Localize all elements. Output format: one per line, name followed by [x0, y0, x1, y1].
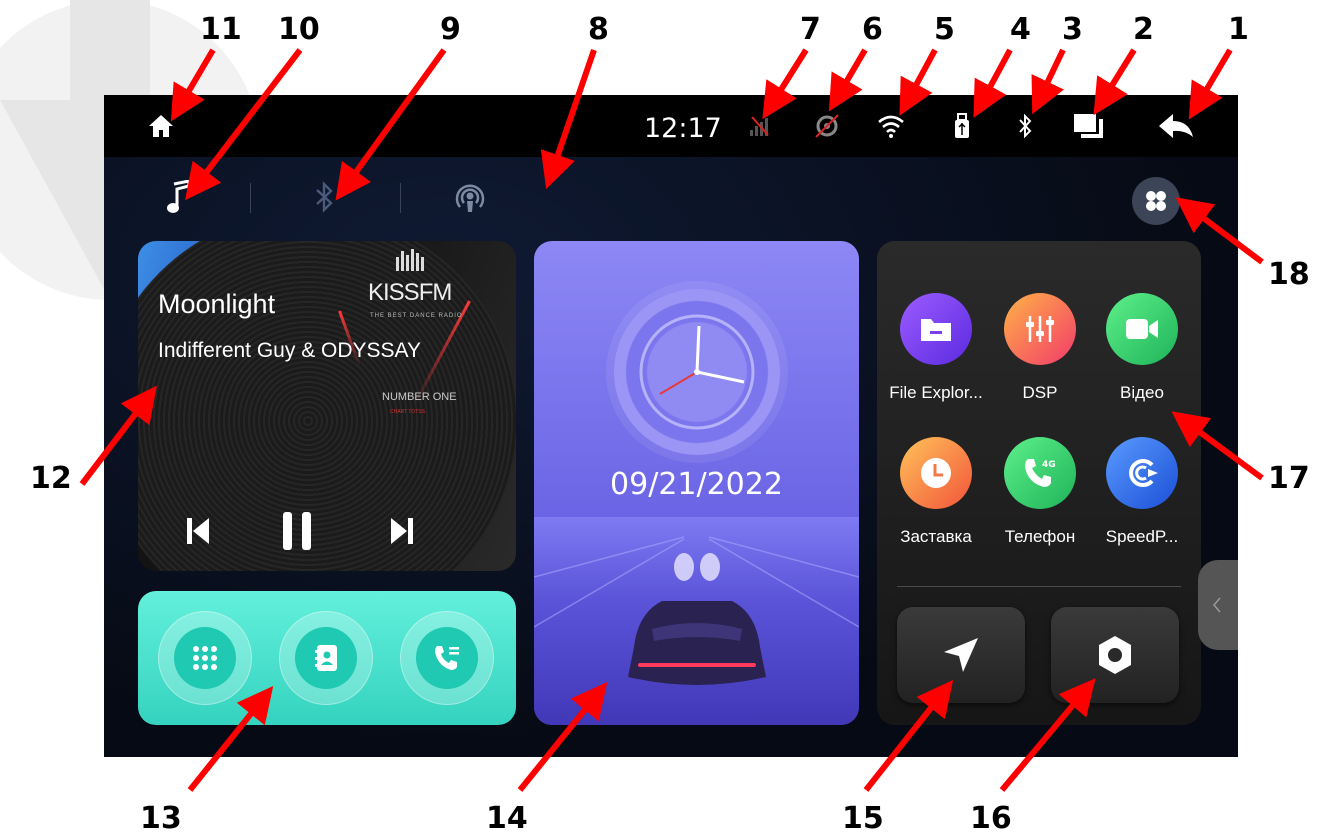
status-time: 12:17: [644, 113, 722, 144]
callout-10: 10: [278, 12, 320, 47]
equalizer-icon: [1004, 293, 1076, 365]
app-label: Відео: [1120, 383, 1164, 402]
app-label: File Explor...: [889, 383, 983, 402]
clock-icon: [900, 437, 972, 509]
contacts-button[interactable]: [279, 611, 373, 705]
apps-widget: File Explor... DSP Відео Заставка 4G Тел…: [877, 241, 1201, 725]
gps-off-icon: [810, 109, 844, 143]
tab-divider: [400, 183, 401, 213]
album-art-subtitle: THE BEST DANCE RADIO: [370, 313, 463, 319]
next-track-button[interactable]: [382, 509, 422, 553]
svg-text:4G: 4G: [1042, 460, 1056, 470]
callout-6: 6: [862, 12, 883, 47]
road-illustration: [534, 517, 859, 725]
track-title: Moonlight: [158, 289, 276, 319]
app-speedplay[interactable]: SpeedP...: [1089, 437, 1195, 547]
callout-13: 13: [140, 801, 182, 836]
callout-12: 12: [30, 461, 72, 496]
app-file-explorer[interactable]: File Explor...: [883, 293, 989, 403]
wifi-icon: [874, 109, 908, 143]
video-camera-icon: [1106, 293, 1178, 365]
phone-widget: [138, 591, 516, 725]
usb-icon: [952, 109, 972, 143]
callout-16: 16: [970, 801, 1012, 836]
call-log-button[interactable]: [400, 611, 494, 705]
callout-18: 18: [1268, 257, 1310, 292]
equalizer-logo-icon: [396, 249, 424, 271]
folder-icon: [900, 293, 972, 365]
callout-17: 17: [1268, 461, 1310, 496]
navigation-button[interactable]: [897, 607, 1025, 703]
source-tab-radio[interactable]: [448, 175, 492, 219]
back-arrow-icon[interactable]: [1156, 109, 1196, 143]
settings-button[interactable]: [1051, 607, 1179, 703]
app-screensaver[interactable]: Заставка: [883, 437, 989, 547]
callout-4: 4: [1010, 12, 1031, 47]
settings-nut-icon: [1099, 636, 1131, 674]
no-signal-icon: [744, 109, 774, 143]
recent-apps-icon[interactable]: [1070, 109, 1108, 143]
navigation-arrow-icon: [944, 638, 978, 672]
app-dsp[interactable]: DSP: [987, 293, 1093, 403]
callout-3: 3: [1062, 12, 1083, 47]
bluetooth-icon: [1014, 109, 1036, 143]
app-label: Телефон: [1004, 527, 1076, 546]
callout-1: 1: [1228, 12, 1249, 47]
manual-page: 1 2 3 4 5 6 7 8 9 10 11 12 13 14 15 16 1…: [0, 0, 1338, 836]
callout-7: 7: [800, 12, 821, 47]
all-apps-button[interactable]: [1132, 177, 1180, 225]
app-label: Заставка: [900, 527, 972, 546]
callout-2: 2: [1133, 12, 1154, 47]
phone-4g-icon: 4G: [1004, 437, 1076, 509]
app-label: DSP: [1022, 383, 1058, 402]
previous-track-button[interactable]: [178, 509, 218, 553]
album-art-chart: CHART TOTSS: [390, 409, 425, 415]
app-phone[interactable]: 4G Телефон: [987, 437, 1093, 547]
dialpad-button[interactable]: [158, 611, 252, 705]
app-label: SpeedP...: [1105, 527, 1179, 546]
speedplay-icon: [1106, 437, 1178, 509]
home-icon[interactable]: [144, 109, 178, 143]
album-art-number-one: NUMBER ONE: [382, 391, 457, 403]
callout-9: 9: [440, 12, 461, 47]
music-player-widget[interactable]: KISSFM THE BEST DANCE RADIO NUMBER ONE C…: [138, 241, 516, 571]
status-bar: 12:17: [104, 95, 1238, 157]
tab-divider: [250, 183, 251, 213]
date-display: 09/21/2022: [610, 467, 783, 502]
source-tab-bluetooth[interactable]: [302, 175, 346, 219]
head-unit-screen: 12:17 KISSFM THE BEST DANCE RADIO NUMBER…: [104, 95, 1238, 757]
clock-widget[interactable]: 09/21/2022: [534, 241, 859, 725]
dock-divider: [897, 586, 1181, 587]
app-video[interactable]: Відео: [1089, 293, 1195, 403]
callout-14: 14: [486, 801, 528, 836]
album-art-logo: KISSFM: [368, 279, 452, 306]
track-artist: Indifferent Guy & ODYSSAY: [158, 339, 422, 362]
callout-15: 15: [842, 801, 884, 836]
pause-button[interactable]: [272, 509, 322, 553]
callout-5: 5: [934, 12, 955, 47]
callout-11: 11: [200, 12, 242, 47]
callout-8: 8: [588, 12, 609, 47]
side-drawer-handle[interactable]: [1198, 560, 1238, 650]
analog-clock: [614, 289, 780, 455]
source-tab-music[interactable]: [156, 175, 200, 219]
